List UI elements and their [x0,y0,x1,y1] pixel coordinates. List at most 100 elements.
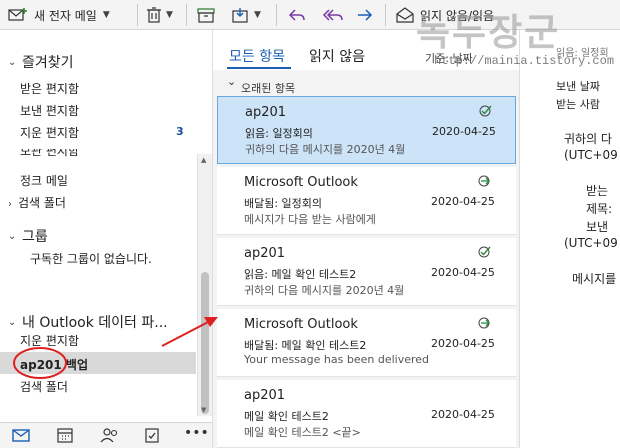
message-subject: 메일 확인 테스트2 [244,410,329,423]
message-date: 2020-04-25 [432,125,496,138]
blog-watermark: 녹두장군 http://mainia.tistory.com [408,2,620,78]
message-item[interactable]: ap201 메일 확인 테스트2 2020-04-25 메일 확인 테스트2 <… [217,380,516,448]
message-item[interactable]: ap201 읽음: 메일 확인 테스트2 2020-04-25 귀하의 다음 메… [217,238,516,306]
toolbar-separator [137,4,138,26]
groups-header[interactable]: ⌄ 그룹 [8,226,48,246]
move-dropdown-icon[interactable]: ▼ [254,10,261,20]
module-switcher: ••• [0,422,212,448]
chevron-down-icon: ⌄ [8,316,17,328]
datafile-header[interactable]: ⌄ 내 Outlook 데이터 파... [8,312,168,332]
folder-junk[interactable]: 정크 메일 [20,172,68,189]
move-button[interactable]: ▼ [232,0,261,30]
archive-button[interactable] [197,0,215,30]
reading-body-line: 귀하의 다 [564,132,612,146]
deleted-count-badge: 3 [176,125,184,138]
message-preview: 메일 확인 테스트2 <끝> [244,426,361,439]
chevron-right-icon: › [8,199,12,210]
folder-sent[interactable]: 보낸 편지함 [20,102,79,119]
group-header-text: 오래된 항목 [241,82,296,95]
toolbar-separator [276,4,277,26]
message-sender: ap201 [244,388,286,403]
forward-icon [358,9,373,21]
message-sender: Microsoft Outlook [244,175,358,190]
datafile-folder-deleted[interactable]: 지운 편지함 [20,332,79,349]
scrollbar-thumb[interactable] [201,272,209,414]
more-icon[interactable]: ••• [184,425,209,441]
message-preview: Your message has been delivered [244,353,430,366]
chevron-down-icon: ⌄ [8,230,17,242]
groups-header-label: 그룹 [22,229,48,245]
archive-icon [197,8,215,23]
message-preview: 메시지가 다음 받는 사람에게 [244,213,376,226]
message-list-pane: 모든 항목 읽지 않음 기준: 날짜 ⌄ 오래된 항목 ap201 읽음: 일정… [212,30,519,448]
message-item[interactable]: ap201 읽음: 일정회의 2020-04-25 귀하의 다음 메시지를 20… [217,96,516,164]
message-date: 2020-04-25 [431,337,495,350]
message-subject: 읽음: 메일 확인 테스트2 [244,268,357,281]
new-email-icon [8,8,27,21]
favorites-header[interactable]: ⌄ 즐겨찾기 [8,52,74,72]
message-preview: 귀하의 다음 메시지를 2020년 4월 [245,143,406,156]
folder-pane-scrollbar[interactable]: ▲ ▼ [197,154,212,416]
message-item[interactable]: Microsoft Outlook 배달됨: 메일 확인 테스트2 2020-0… [217,309,516,377]
folder-search[interactable]: › 검색 폴더 [8,194,66,211]
message-sender: Microsoft Outlook [244,317,358,332]
delivery-receipt-icon [478,175,490,187]
datafile-folder-search[interactable]: 검색 폴더 [20,378,68,395]
message-item[interactable]: Microsoft Outlook 배달됨: 일정회의 2020-04-25 메… [217,167,516,235]
delete-button[interactable]: ▼ [146,0,173,30]
people-icon[interactable] [100,427,120,443]
scroll-up-icon[interactable]: ▲ [201,156,206,164]
reading-body-line: (UTC+09 [564,148,618,162]
reply-all-icon [322,9,343,21]
reply-button[interactable] [288,0,306,30]
datafile-header-label: 내 Outlook 데이터 파... [22,315,168,331]
reading-recipient-label: 받는 사람 [556,98,600,111]
favorites-header-label: 즐겨찾기 [22,55,74,71]
new-email-label: 새 전자 메일 [34,8,97,23]
message-subject: 배달됨: 일정회의 [244,197,323,210]
reading-sent-date-label: 보낸 날짜 [556,80,600,93]
forward-button[interactable] [356,0,374,30]
message-sender: ap201 [244,246,286,261]
reading-body-line: 보낸 [586,220,609,234]
chevron-down-icon: ⌄ [8,56,17,68]
reading-body-line: 제목: [586,202,613,216]
mail-icon[interactable] [12,427,30,443]
new-email-dropdown-icon[interactable]: ▼ [103,10,110,20]
reply-all-button[interactable] [322,0,344,30]
groups-empty-text: 구독한 그룹이 없습니다. [30,252,152,266]
message-subject: 배달됨: 메일 확인 테스트2 [244,339,367,352]
scroll-down-icon[interactable]: ▼ [201,406,206,414]
tab-all-items[interactable]: 모든 항목 [229,46,285,66]
datafile-folder-backup[interactable]: ap201 백업 [20,356,88,373]
watermark-title: 녹두장군 [416,10,561,54]
delete-dropdown-icon[interactable]: ▼ [166,10,173,20]
watermark-url: http://mainia.tistory.com [434,54,615,68]
tab-unread[interactable]: 읽지 않음 [309,46,365,66]
folder-inbox[interactable]: 받은 편지함 [20,80,79,97]
message-sender: ap201 [245,105,287,120]
toolbar-separator [385,4,386,26]
folder-pane: ⌄ 즐겨찾기 받은 편지함 보낸 편지함 지운 편지함 3 보관 편지함 정크 … [0,30,212,422]
tasks-icon[interactable] [144,427,160,443]
read-receipt-icon [479,105,492,117]
reading-body-line: 메시지를 [572,272,617,286]
toolbar-separator [186,4,187,26]
message-preview: 귀하의 다음 메시지를 2020년 4월 [244,284,405,297]
calendar-icon[interactable] [56,427,74,443]
message-date: 2020-04-25 [431,195,495,208]
reply-icon [288,9,305,21]
folder-deleted[interactable]: 지운 편지함 [20,124,79,141]
folder-archive[interactable]: 보관 편지함 [20,149,79,159]
delivery-receipt-icon [478,317,490,329]
reading-pane: 읽음: 일정회 보낸 날짜 받는 사람 귀하의 다 (UTC+09 받는 제목:… [519,30,620,448]
active-tab-indicator [227,67,291,69]
new-email-button[interactable]: 새 전자 메일 ▼ [8,0,110,30]
move-to-folder-icon [232,8,248,23]
group-header-label: ⌄ 오래된 항목 [227,75,296,95]
message-subject: 읽음: 일정회의 [245,127,313,140]
read-receipt-icon [478,246,491,258]
message-date: 2020-04-25 [431,266,495,279]
folder-search-label: 검색 폴더 [18,196,66,210]
trash-icon [147,7,161,23]
